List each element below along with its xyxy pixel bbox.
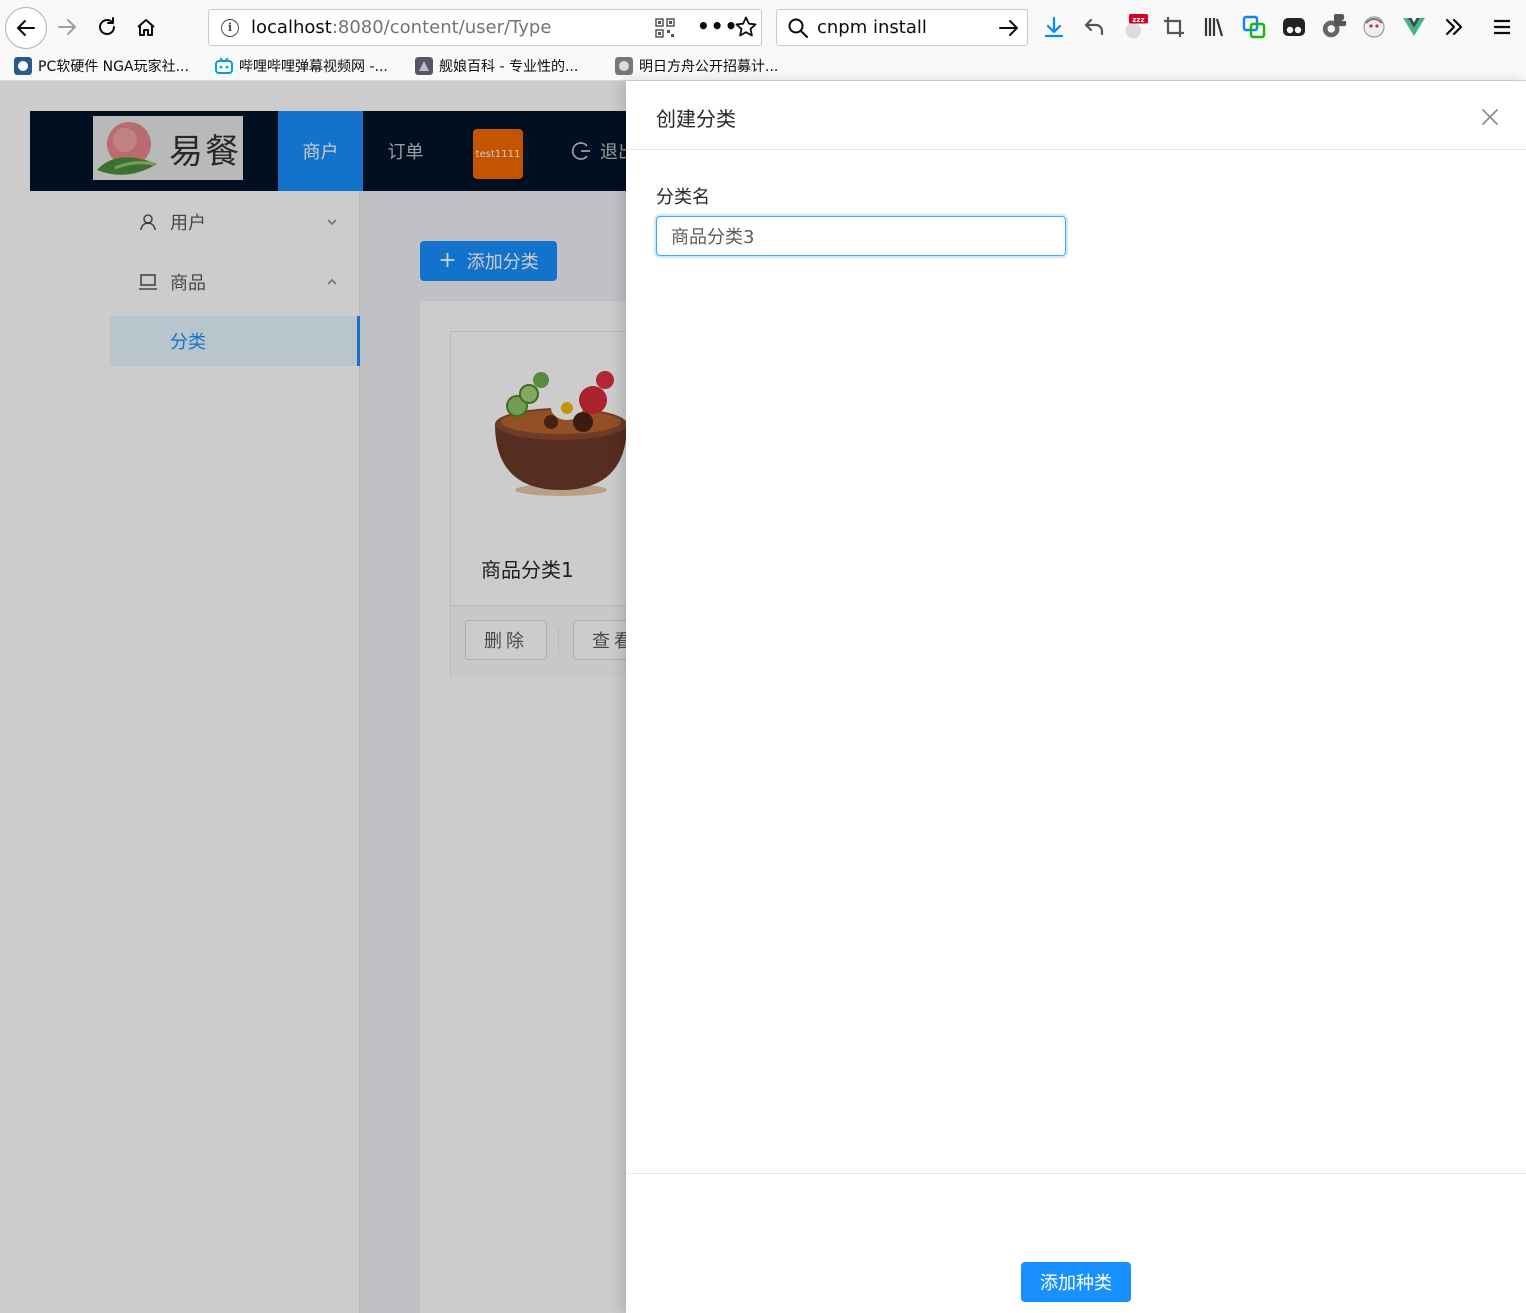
sleep-extension-icon[interactable]: zzz (1122, 14, 1148, 40)
create-category-drawer: 创建分类 分类名 添加种类 (626, 81, 1526, 1313)
bilibili-favicon-icon (215, 57, 233, 74)
sync-tabs-icon[interactable] (1241, 14, 1267, 40)
avatar-extension-icon[interactable] (1361, 14, 1387, 40)
qr-code-icon[interactable] (655, 18, 675, 38)
kancolle-favicon-icon (415, 57, 433, 75)
page-actions-icon[interactable]: ••• (697, 14, 738, 38)
info-icon[interactable]: i (221, 18, 239, 37)
arrow-left-icon (17, 20, 35, 36)
home-button[interactable] (131, 12, 161, 42)
category-name-label: 分类名 (656, 187, 710, 208)
search-go-icon[interactable] (997, 16, 1021, 40)
url-path: :8080/content/user/Type (331, 17, 552, 38)
nga-favicon-icon (14, 57, 32, 75)
bookmark-arknights[interactable]: 明日方舟公开招募计... (615, 55, 778, 77)
arknights-favicon-icon (615, 57, 633, 75)
category-name-input[interactable] (656, 216, 1066, 256)
close-icon[interactable] (1478, 105, 1502, 129)
back-button[interactable] (5, 7, 47, 49)
arrow-right-icon (58, 19, 76, 35)
overflow-chevron-icon[interactable] (1441, 14, 1467, 40)
bookmark-bilibili[interactable]: 哔哩哔哩弹幕视频网 -... (215, 55, 388, 77)
reload-button[interactable] (92, 12, 122, 42)
vue-devtools-icon[interactable] (1401, 14, 1427, 40)
search-bar[interactable]: cnpm install (776, 9, 1028, 46)
bookmark-nga[interactable]: PC软硬件 NGA玩家社... (14, 55, 189, 77)
extension-badge-icon[interactable]: 1 (1321, 11, 1349, 40)
drawer-footer: 添加种类 (626, 1173, 1526, 1313)
drawer-title: 创建分类 (656, 107, 736, 131)
bookmark-label: 舰娘百科 - 专业性的... (439, 59, 579, 75)
search-input[interactable]: cnpm install (817, 17, 927, 38)
crop-icon[interactable] (1161, 14, 1187, 40)
bookmark-label: 明日方舟公开招募计... (639, 59, 779, 75)
bookmark-label: 哔哩哔哩弹幕视频网 -... (239, 59, 388, 75)
url-text[interactable]: localhost:8080/content/user/Type (251, 17, 551, 38)
bookmark-label: PC软硬件 NGA玩家社... (38, 59, 189, 75)
star-icon[interactable] (734, 15, 758, 39)
bookmark-kancolle[interactable]: 舰娘百科 - 专业性的... (415, 55, 578, 77)
menu-icon[interactable] (1489, 14, 1515, 40)
add-type-button[interactable]: 添加种类 (1021, 1262, 1131, 1302)
svg-text:zzz: zzz (1132, 16, 1144, 24)
extension-badge-count: 1 (1341, 11, 1349, 24)
reload-icon (99, 17, 115, 35)
bookmarks-bar: PC软硬件 NGA玩家社... 哔哩哔哩弹幕视频网 -... 舰娘百科 - 专业… (0, 52, 1526, 81)
tampermonkey-icon[interactable] (1281, 14, 1307, 40)
home-icon (137, 19, 155, 36)
search-icon (788, 18, 808, 38)
undo-icon[interactable] (1081, 14, 1107, 40)
browser-toolbar: i localhost:8080/content/user/Type ••• c… (0, 0, 1526, 52)
download-icon[interactable] (1041, 14, 1067, 40)
forward-button[interactable] (52, 12, 82, 42)
url-bar[interactable]: i localhost:8080/content/user/Type ••• (208, 9, 762, 46)
drawer-header: 创建分类 (626, 81, 1526, 150)
library-icon[interactable] (1201, 14, 1227, 40)
url-host: localhost (251, 17, 332, 38)
